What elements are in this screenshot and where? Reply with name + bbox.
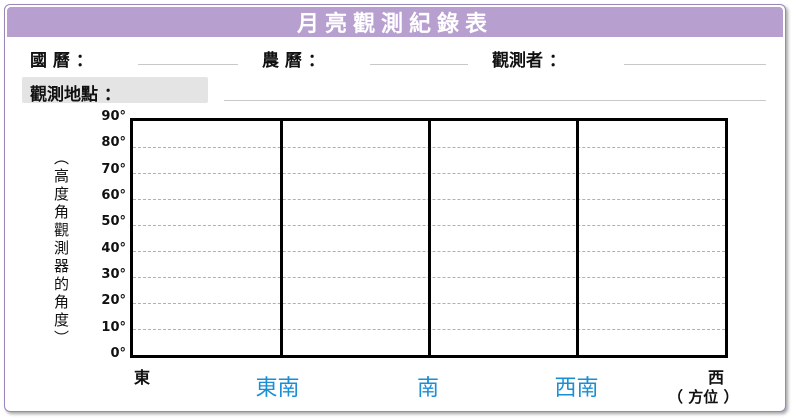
x-axis-note: （ 方位 ） [668, 388, 739, 406]
y-axis-title: （高度角觀測器的角度） [52, 150, 70, 348]
location-label: 觀測地點 ： [30, 85, 121, 105]
page-title: 月亮觀測紀錄表 [296, 12, 493, 37]
y-tick-label: 30° [101, 267, 126, 282]
y-tick-label: 40° [101, 240, 126, 256]
title-bar: 月亮觀測紀錄表 [7, 7, 783, 37]
x-direction-label: 東南 [255, 376, 300, 401]
y-tick-label: 0° [110, 346, 126, 361]
grid-line-vertical [428, 121, 431, 355]
y-tick-label: 50° [101, 214, 126, 230]
gregorian-date-label: 國 曆 ： [30, 51, 93, 71]
x-direction-label: 南 [417, 376, 440, 401]
x-direction-label: 東 [134, 368, 151, 387]
y-tick-label: 10° [101, 319, 126, 335]
observation-grid[interactable] [130, 118, 728, 358]
observer-field[interactable] [624, 64, 766, 65]
grid-line-vertical [576, 121, 579, 355]
location-field[interactable] [224, 100, 766, 101]
lunar-date-field[interactable] [370, 64, 468, 65]
observer-label: 觀測者 ： [492, 51, 566, 71]
x-direction-label: 西 [708, 368, 725, 387]
y-tick-label: 20° [101, 293, 126, 309]
gregorian-date-field[interactable] [138, 64, 238, 65]
y-tick-label: 70° [101, 161, 126, 177]
lunar-date-label: 農 曆 ： [262, 51, 325, 71]
grid-line-vertical [280, 121, 283, 355]
y-tick-label: 80° [101, 135, 126, 151]
y-tick-label: 60° [101, 188, 126, 203]
x-direction-label: 西南 [554, 376, 599, 401]
y-tick-label: 90° [101, 109, 126, 124]
